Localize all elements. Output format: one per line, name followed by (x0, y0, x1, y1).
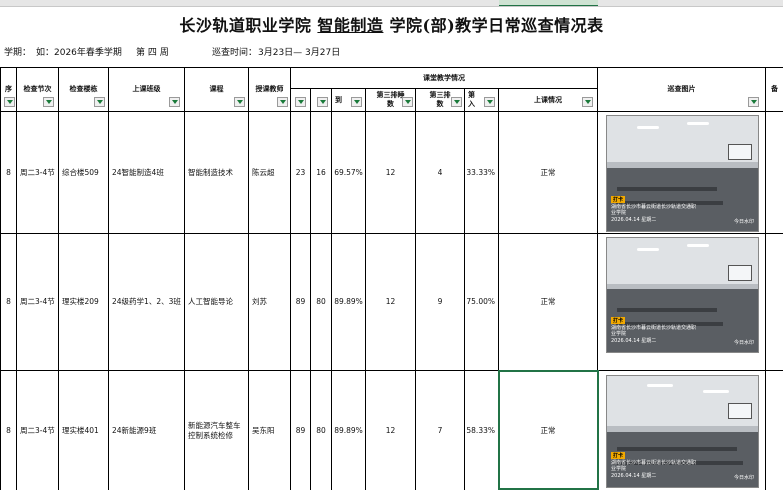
table-row-1-class[interactable]: 24智能制造4班 (109, 112, 185, 234)
table-row-2-condition[interactable]: 正常 (499, 234, 598, 371)
photo-3-watermark: 今日水印 (733, 475, 754, 481)
header-photo: 巡查图片 (598, 68, 766, 112)
title-college: 智能制造 (317, 16, 384, 35)
filter-seq-button[interactable] (4, 97, 15, 107)
table-row-2-row3-sleep[interactable]: 12 (366, 234, 416, 371)
table-row-1-period[interactable]: 周二3-4节 (17, 112, 59, 234)
table-row-3-present[interactable]: 80 (311, 371, 332, 490)
inspection-table: 序 检查节次 检查楼栋 上课班级 课程 授课教师 课堂教学情况 到 第三排睡数 … (0, 67, 783, 490)
table-row-1-location[interactable]: 综合楼509 (59, 112, 109, 234)
table-row-1-present[interactable]: 16 (311, 112, 332, 234)
table-row-3-location[interactable]: 理实楼401 (59, 371, 109, 490)
filter-arrive-rate-button[interactable] (351, 97, 362, 107)
inspection-photo-3[interactable]: 打卡 湖南省长沙市暮云街道长沙轨道交通职 业学院 2026.04.14 星期二 … (606, 375, 759, 488)
table-row-3-seq[interactable]: 8 (1, 371, 17, 490)
table-row-3-row3-listen[interactable]: 7 (416, 371, 465, 490)
filter-location-button[interactable] (94, 97, 105, 107)
filter-row3-rate-button[interactable] (484, 97, 495, 107)
week-value: 第 四 周 (136, 48, 169, 58)
filter-row3-sleep-button[interactable] (402, 97, 413, 107)
table-row-1-arrive-rate[interactable]: 69.57% (332, 112, 366, 234)
photo-1-watermark: 今日水印 (733, 219, 754, 225)
table-row-3-remark[interactable] (766, 371, 783, 490)
title-school: 长沙轨道职业学院 (179, 16, 312, 35)
table-row-3-period[interactable]: 周二3-4节 (17, 371, 59, 490)
table-row-3-course[interactable]: 新能源汽车整车控制系统检修 (185, 371, 249, 490)
table-row-2-row3-rate[interactable]: 75.00% (465, 234, 499, 371)
filter-condition-button[interactable] (582, 97, 593, 107)
filter-teacher-button[interactable] (277, 97, 288, 107)
table-row-2-remark[interactable] (766, 234, 783, 371)
inspection-time-label: 巡查时间： (212, 48, 258, 58)
filter-class-button[interactable] (169, 97, 180, 107)
projector-screen-icon (728, 265, 752, 282)
photo-2-badge: 打卡 (611, 317, 626, 324)
filter-enrolled-button[interactable] (295, 97, 306, 107)
photo-1-badge: 打卡 (611, 196, 626, 203)
semester-label: 学期： (4, 48, 32, 58)
table-row-3-teacher[interactable]: 吴东阳 (249, 371, 291, 490)
inspection-photo-2[interactable]: 打卡 湖南省长沙市暮云街道长沙轨道交通职 业学院 2026.04.14 星期二 … (606, 237, 759, 353)
photo-1-caption: 湖南省长沙市暮云街道长沙轨道交通职 业学院 2026.04.14 星期二 (611, 203, 697, 223)
table-row-1-course[interactable]: 智能制造技术 (185, 112, 249, 234)
projector-screen-icon (728, 402, 752, 419)
filter-present-button[interactable] (317, 97, 328, 107)
column-header-strip (0, 0, 783, 7)
photo-3-caption: 湖南省长沙市暮云街道长沙轨道交通职 业学院 2026.04.14 星期二 (611, 459, 697, 479)
title-suffix: 学院(部)教学日常巡查情况表 (389, 16, 604, 35)
projector-screen-icon (728, 143, 752, 160)
table-row-2-enrolled[interactable]: 89 (291, 234, 311, 371)
sheet-title: 长沙轨道职业学院 智能制造 学院(部)教学日常巡查情况表 (0, 12, 783, 36)
table-row-3-arrive-rate[interactable]: 89.89% (332, 371, 366, 490)
table-row-1-row3-sleep[interactable]: 12 (366, 112, 416, 234)
table-row-1-seq[interactable]: 8 (1, 112, 17, 234)
table-row-1-enrolled[interactable]: 23 (291, 112, 311, 234)
filter-course-button[interactable] (234, 97, 245, 107)
table-row-2-location[interactable]: 理实楼209 (59, 234, 109, 371)
table-row-2-period[interactable]: 周二3-4节 (17, 234, 59, 371)
table-row-2-teacher[interactable]: 刘苏 (249, 234, 291, 371)
filter-period-button[interactable] (43, 97, 54, 107)
header-remark: 备 (766, 68, 783, 112)
table-row-2-course[interactable]: 人工智能导论 (185, 234, 249, 371)
semester-value: 如：2026年春季学期 (36, 48, 122, 58)
inspection-photo-1[interactable]: 打卡 湖南省长沙市暮云街道长沙轨道交通职 业学院 2026.04.14 星期二 … (606, 115, 759, 232)
inspection-time-value: 3月23日— 3月27日 (258, 48, 341, 58)
photo-2-caption: 湖南省长沙市暮云街道长沙轨道交通职 业学院 2026.04.14 星期二 (611, 324, 697, 344)
table-row-1-teacher[interactable]: 陈云超 (249, 112, 291, 234)
filter-row3-listen-button[interactable] (451, 97, 462, 107)
table-row-1-remark[interactable] (766, 112, 783, 234)
active-column-indicator (499, 0, 598, 6)
photo-2-watermark: 今日水印 (733, 340, 754, 346)
table-row-3-enrolled[interactable]: 89 (291, 371, 311, 490)
table-row-2-arrive-rate[interactable]: 89.89% (332, 234, 366, 371)
photo-3-badge: 打卡 (611, 452, 626, 459)
table-row-3-row3-sleep[interactable]: 12 (366, 371, 416, 490)
table-row-1-row3-rate[interactable]: 33.33% (465, 112, 499, 234)
table-row-2-row3-listen[interactable]: 9 (416, 234, 465, 371)
table-row-3-row3-rate[interactable]: 58.33% (465, 371, 499, 490)
table-row-3-class[interactable]: 24新能源9班 (109, 371, 185, 490)
filter-photo-button[interactable] (748, 97, 759, 107)
selected-cell-outline (498, 370, 599, 490)
table-row-1-condition[interactable]: 正常 (499, 112, 598, 234)
table-row-2-seq[interactable]: 8 (1, 234, 17, 371)
header-class-status-group: 课堂教学情况 (291, 68, 598, 89)
table-row-2-class[interactable]: 24级药学1、2、3班 (109, 234, 185, 371)
table-row-2-present[interactable]: 80 (311, 234, 332, 371)
table-row-1-row3-listen[interactable]: 4 (416, 112, 465, 234)
